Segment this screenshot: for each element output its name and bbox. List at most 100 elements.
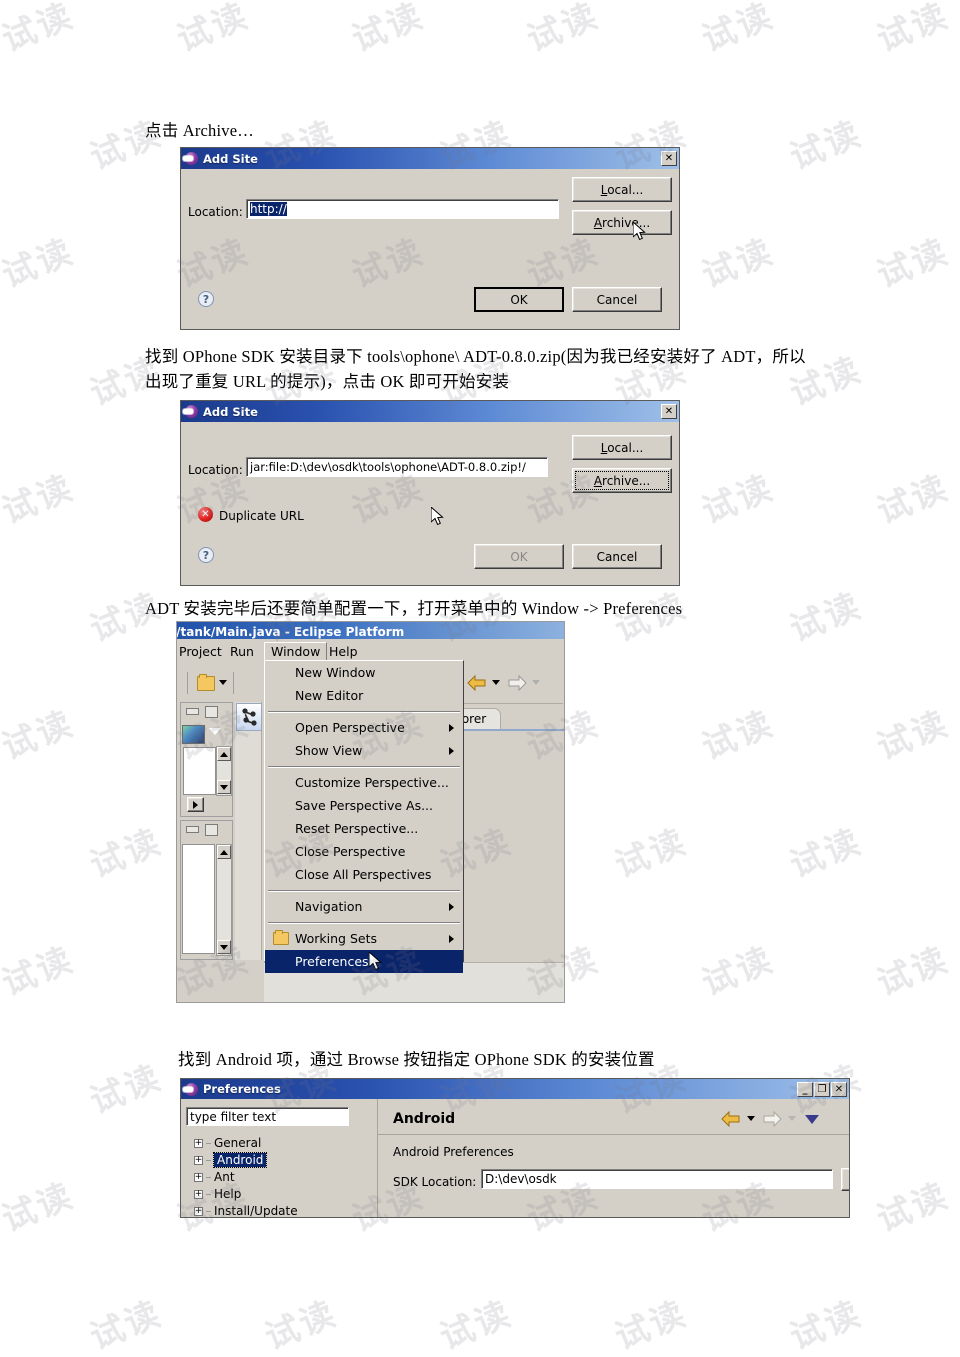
caption-find-ophone-sdk-line2: 出现了重复 URL 的提示)，点击 OK 即可开始安装 [145,372,510,391]
menubar-item-window[interactable]: Window [264,642,328,661]
tree-item-install-update[interactable]: + Install/Update [194,1204,298,1218]
tree-item-android[interactable]: + Android [194,1152,268,1168]
menu-item-preferences[interactable]: Preferences [265,950,463,973]
error-message: Duplicate URL [219,509,304,523]
expand-icon[interactable]: + [194,1172,203,1182]
preferences-dialog: Preferences _ ❐ ✕ type filter text + Gen… [180,1078,850,1218]
archive-button[interactable]: Archive... [572,468,672,493]
location-label: Location: [188,205,243,219]
local-button[interactable]: Local... [572,177,672,202]
toolbar-separator [233,672,234,694]
menu-separator [268,890,460,892]
eclipse-window-menu-screenshot: s/tank/Main.java - Eclipse Platform Proj… [176,621,565,1003]
caption-adt-config: ADT 安装完毕后还要简单配置一下，打开菜单中的 Window -> Prefe… [145,599,683,618]
menubar-item-run[interactable]: Run [230,644,254,659]
filter-input[interactable]: type filter text [186,1107,349,1126]
menu-item-navigation[interactable]: Navigation [265,895,463,918]
location-input[interactable]: http:// [246,199,559,219]
tree-item-label: General [214,1136,262,1150]
content-divider [378,1134,849,1135]
tree-item-ant[interactable]: + Ant [194,1170,235,1184]
menu-separator [268,766,460,768]
add-site-1-titlebar: Add Site ✕ [181,148,679,169]
expand-icon[interactable]: + [194,1206,203,1216]
add-site-2-titlebar: Add Site ✕ [181,401,679,422]
view-minimize-icon[interactable] [186,826,199,833]
perspective-java-icon[interactable] [236,703,262,731]
view-maximize-icon[interactable] [205,706,218,718]
scroll-up-button[interactable] [217,747,231,761]
expand-icon[interactable]: + [194,1155,203,1165]
menu-item-new-editor[interactable]: New Editor [265,684,463,707]
help-icon[interactable]: ? [198,547,214,563]
sdk-location-input[interactable]: D:\dev\osdk [481,1169,833,1189]
tree-item-general[interactable]: + General [194,1136,261,1150]
menu-item-save-perspective-as[interactable]: Save Perspective As... [265,794,463,817]
tab-top-border [463,703,563,704]
back-arrow-icon[interactable] [721,1110,741,1128]
mouse-cursor-icon [431,507,444,526]
sdk-location-value: D:\dev\osdk [485,1172,557,1186]
maximize-icon[interactable]: ❐ [814,1081,830,1097]
caption-find-ophone-sdk-line1: 找到 OPhone SDK 安装目录下 tools\ophone\ ADT-0.… [145,347,806,366]
view-content-area [183,747,216,795]
eclipse-window-title: s/tank/Main.java - Eclipse Platform [177,622,564,639]
ok-button[interactable]: OK [474,287,564,312]
local-button[interactable]: Local... [572,435,672,460]
menu-item-close-all-perspectives[interactable]: Close All Perspectives [265,863,463,886]
tree-item-label: Ant [214,1170,235,1184]
close-icon[interactable]: ✕ [831,1081,847,1097]
back-dropdown-icon[interactable] [747,1116,755,1121]
menu-item-new-window[interactable]: New Window [265,661,463,684]
view-expand-button[interactable] [187,797,204,812]
cancel-button[interactable]: Cancel [572,544,662,569]
view-maximize-icon[interactable] [205,824,218,836]
back-dropdown-icon[interactable] [492,680,500,685]
menubar-item-help[interactable]: Help [329,644,358,659]
forward-dropdown-icon[interactable] [788,1116,796,1121]
preferences-title: Preferences [203,1082,281,1096]
minimize-icon[interactable]: _ [797,1081,813,1097]
sdk-location-label: SDK Location: [393,1175,477,1189]
archive-button[interactable]: Archive... [572,210,672,235]
folder-icon [273,930,289,945]
expand-icon[interactable]: + [194,1189,203,1199]
view-menu-icon[interactable] [805,1115,819,1124]
expand-icon[interactable]: + [194,1138,203,1148]
browse-button[interactable]: Browse... [841,1168,849,1191]
forward-arrow-icon[interactable] [762,1110,782,1128]
add-site-1-title: Add Site [203,151,258,166]
menu-item-open-perspective[interactable]: Open Perspective [265,716,463,739]
close-icon[interactable]: ✕ [661,404,677,419]
tree-item-help[interactable]: + Help [194,1187,241,1201]
cancel-button[interactable]: Cancel [572,287,662,312]
add-site-2-title: Add Site [203,404,258,419]
menu-item-show-view[interactable]: Show View [265,739,463,762]
tree-item-label: Install/Update [214,1204,298,1218]
toolbar-dropdown-icon[interactable] [219,680,227,685]
view-thumbnail-icon [182,725,205,744]
forward-dropdown-icon[interactable] [532,680,540,685]
scroll-down-button[interactable] [217,780,231,794]
view-scrollbar[interactable] [216,844,232,956]
menubar-item-project[interactable]: Project [179,644,222,659]
eclipse-globe-icon [183,1082,198,1096]
forward-arrow-icon[interactable] [507,674,527,692]
location-input[interactable]: jar:file:D:\dev\osdk\tools\ophone\ADT-0.… [246,457,548,477]
menu-item-working-sets[interactable]: Working Sets [265,927,463,950]
caption-click-archive: 点击 Archive… [145,121,254,140]
menu-item-reset-perspective[interactable]: Reset Perspective... [265,817,463,840]
page-title: Android [393,1111,456,1127]
menu-item-customize-perspective[interactable]: Customize Perspective... [265,771,463,794]
menu-item-close-perspective[interactable]: Close Perspective [265,840,463,863]
view-scrollbar[interactable] [216,746,232,796]
help-icon[interactable]: ? [198,291,214,307]
view-minimize-icon[interactable] [186,708,199,715]
scroll-up-button[interactable] [217,845,231,859]
error-icon: ✕ [198,507,213,522]
view-menu-icon[interactable] [209,728,221,735]
new-folder-icon[interactable] [197,674,215,691]
close-icon[interactable]: ✕ [661,151,677,166]
back-arrow-icon[interactable] [467,674,487,692]
scroll-down-button[interactable] [217,940,231,954]
